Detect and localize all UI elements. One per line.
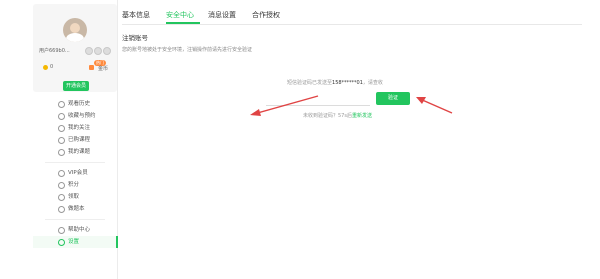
- arrow-to-verify-button: [416, 97, 453, 114]
- arrow-to-input: [250, 95, 319, 116]
- annotation-arrows: [250, 95, 453, 116]
